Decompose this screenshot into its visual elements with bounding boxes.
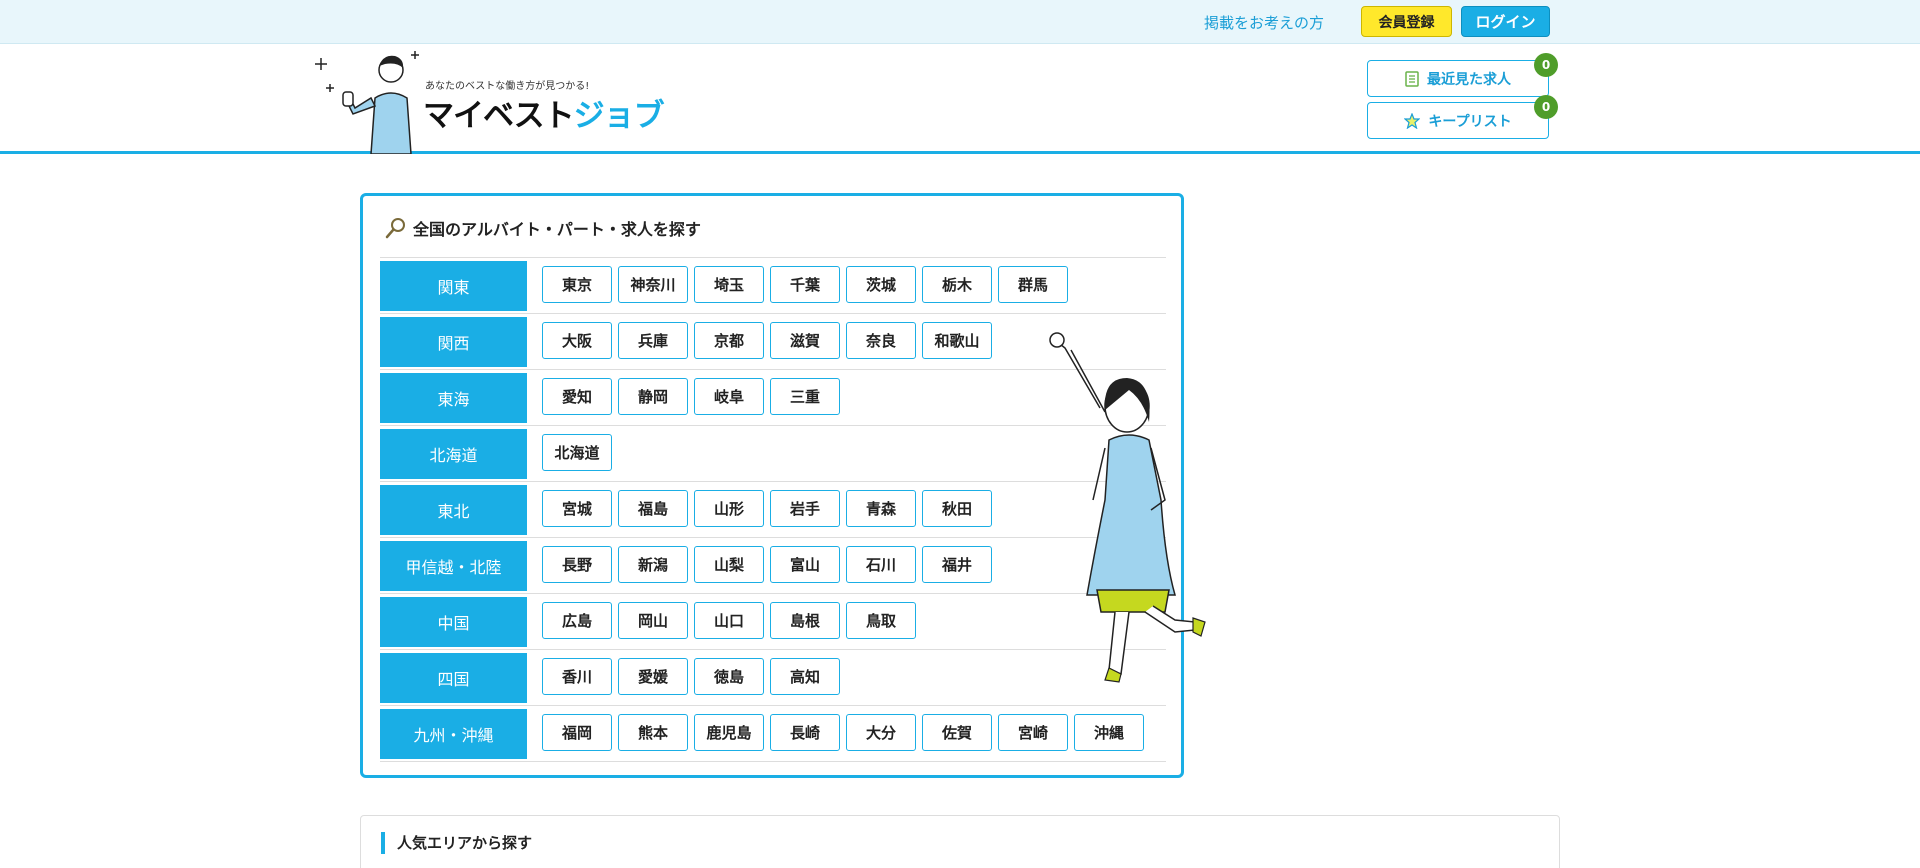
prefecture-list: 福岡 熊本 鹿児島 長崎 大分 佐賀 宮崎 沖縄 <box>542 714 1144 751</box>
prefecture-button[interactable]: 愛媛 <box>618 658 688 695</box>
prefecture-button[interactable]: 高知 <box>770 658 840 695</box>
prefecture-button[interactable]: 福岡 <box>542 714 612 751</box>
prefecture-button[interactable]: 山梨 <box>694 546 764 583</box>
prefecture-button[interactable]: 新潟 <box>618 546 688 583</box>
prefecture-button[interactable]: 滋賀 <box>770 322 840 359</box>
document-icon <box>1405 70 1419 87</box>
prefecture-button[interactable]: 福島 <box>618 490 688 527</box>
prefecture-button[interactable]: 石川 <box>846 546 916 583</box>
prefecture-button[interactable]: 福井 <box>922 546 992 583</box>
prefecture-button[interactable]: 神奈川 <box>618 266 688 303</box>
prefecture-button[interactable]: 宮城 <box>542 490 612 527</box>
region-row: 九州・沖縄 福岡 熊本 鹿児島 長崎 大分 佐賀 宮崎 沖縄 <box>380 706 1166 762</box>
prefecture-button[interactable]: 京都 <box>694 322 764 359</box>
prefecture-button[interactable]: 東京 <box>542 266 612 303</box>
region-label[interactable]: 四国 <box>380 653 527 703</box>
prefecture-button[interactable]: 茨城 <box>846 266 916 303</box>
region-label[interactable]: 東北 <box>380 485 527 535</box>
prefecture-button[interactable]: 島根 <box>770 602 840 639</box>
logo-brand-main: マイベスト <box>423 98 575 134</box>
prefecture-button[interactable]: 広島 <box>542 602 612 639</box>
magnifier-icon <box>385 217 407 239</box>
prefecture-button[interactable]: 埼玉 <box>694 266 764 303</box>
prefecture-button[interactable]: 熊本 <box>618 714 688 751</box>
login-button[interactable]: ログイン <box>1461 6 1550 37</box>
prefecture-list: 愛知 静岡 岐阜 三重 <box>542 378 840 415</box>
prefecture-button[interactable]: 徳島 <box>694 658 764 695</box>
advertiser-link[interactable]: 掲載をお考えの方 <box>1204 12 1324 33</box>
region-label[interactable]: 関西 <box>380 317 527 367</box>
prefecture-list: 大阪 兵庫 京都 滋賀 奈良 和歌山 <box>542 322 992 359</box>
prefecture-button[interactable]: 岡山 <box>618 602 688 639</box>
prefecture-button[interactable]: 和歌山 <box>922 322 992 359</box>
prefecture-button[interactable]: 千葉 <box>770 266 840 303</box>
search-panel-title: 全国のアルバイト・パート・求人を探す <box>385 216 701 240</box>
region-label[interactable]: 北海道 <box>380 429 527 479</box>
prefecture-button[interactable]: 青森 <box>846 490 916 527</box>
keep-list-count-badge: 0 <box>1534 95 1558 119</box>
logo-brand: マイベストジョブ <box>423 90 665 135</box>
region-row: 関東 東京 神奈川 埼玉 千葉 茨城 栃木 群馬 <box>380 258 1166 314</box>
region-label[interactable]: 甲信越・北陸 <box>380 541 527 591</box>
prefecture-button[interactable]: 兵庫 <box>618 322 688 359</box>
site-logo[interactable]: あなたのベストな働き方が見つかる! マイベストジョブ <box>305 50 665 154</box>
prefecture-button[interactable]: 富山 <box>770 546 840 583</box>
search-panel-title-text: 全国のアルバイト・パート・求人を探す <box>413 220 701 239</box>
top-bar: 掲載をお考えの方 会員登録 ログイン <box>0 0 1920 44</box>
prefecture-button[interactable]: 大分 <box>846 714 916 751</box>
prefecture-list: 香川 愛媛 徳島 高知 <box>542 658 840 695</box>
prefecture-button[interactable]: 栃木 <box>922 266 992 303</box>
prefecture-button[interactable]: 沖縄 <box>1074 714 1144 751</box>
prefecture-list: 東京 神奈川 埼玉 千葉 茨城 栃木 群馬 <box>542 266 1068 303</box>
popular-area-title: 人気エリアから探す <box>381 832 532 854</box>
prefecture-button[interactable]: 群馬 <box>998 266 1068 303</box>
region-label[interactable]: 東海 <box>380 373 527 423</box>
keep-list-button[interactable]: キープリスト 0 <box>1367 95 1558 139</box>
region-label[interactable]: 関東 <box>380 261 527 311</box>
prefecture-search-panel: 全国のアルバイト・パート・求人を探す 関東 東京 神奈川 埼玉 千葉 茨城 栃木 群馬 関西 大阪… <box>360 193 1206 778</box>
region-label[interactable]: 九州・沖縄 <box>380 709 527 759</box>
prefecture-button[interactable]: 長野 <box>542 546 612 583</box>
prefecture-list: 長野 新潟 山梨 富山 石川 福井 <box>542 546 992 583</box>
prefecture-button[interactable]: 山口 <box>694 602 764 639</box>
logo-brand-accent: ジョブ <box>573 98 665 134</box>
prefecture-button[interactable]: 山形 <box>694 490 764 527</box>
prefecture-button[interactable]: 鹿児島 <box>694 714 764 751</box>
register-button[interactable]: 会員登録 <box>1361 6 1452 37</box>
prefecture-list: 広島 岡山 山口 島根 鳥取 <box>542 602 916 639</box>
prefecture-button[interactable]: 愛知 <box>542 378 612 415</box>
mascot-illustration <box>315 51 419 154</box>
recent-jobs-label: 最近見た求人 <box>1427 71 1511 88</box>
prefecture-button[interactable]: 北海道 <box>542 434 612 471</box>
keep-list-label: キープリスト <box>1428 113 1512 130</box>
star-icon <box>1404 112 1421 129</box>
prefecture-button[interactable]: 奈良 <box>846 322 916 359</box>
prefecture-button[interactable]: 長崎 <box>770 714 840 751</box>
prefecture-button[interactable]: 岐阜 <box>694 378 764 415</box>
prefecture-list: 北海道 <box>542 434 612 471</box>
prefecture-button[interactable]: 秋田 <box>922 490 992 527</box>
site-header: あなたのベストな働き方が見つかる! マイベストジョブ 最近見た求人 0 キープリ… <box>0 44 1920 154</box>
prefecture-button[interactable]: 佐賀 <box>922 714 992 751</box>
popular-area-panel: 人気エリアから探す <box>360 815 1560 868</box>
prefecture-list: 宮城 福島 山形 岩手 青森 秋田 <box>542 490 992 527</box>
prefecture-button[interactable]: 岩手 <box>770 490 840 527</box>
region-label[interactable]: 中国 <box>380 597 527 647</box>
prefecture-button[interactable]: 三重 <box>770 378 840 415</box>
woman-illustration <box>1049 332 1206 683</box>
prefecture-button[interactable]: 静岡 <box>618 378 688 415</box>
prefecture-button[interactable]: 宮崎 <box>998 714 1068 751</box>
prefecture-button[interactable]: 大阪 <box>542 322 612 359</box>
recent-jobs-count-badge: 0 <box>1534 53 1558 77</box>
prefecture-button[interactable]: 香川 <box>542 658 612 695</box>
prefecture-button[interactable]: 鳥取 <box>846 602 916 639</box>
recent-jobs-button[interactable]: 最近見た求人 0 <box>1367 53 1558 97</box>
